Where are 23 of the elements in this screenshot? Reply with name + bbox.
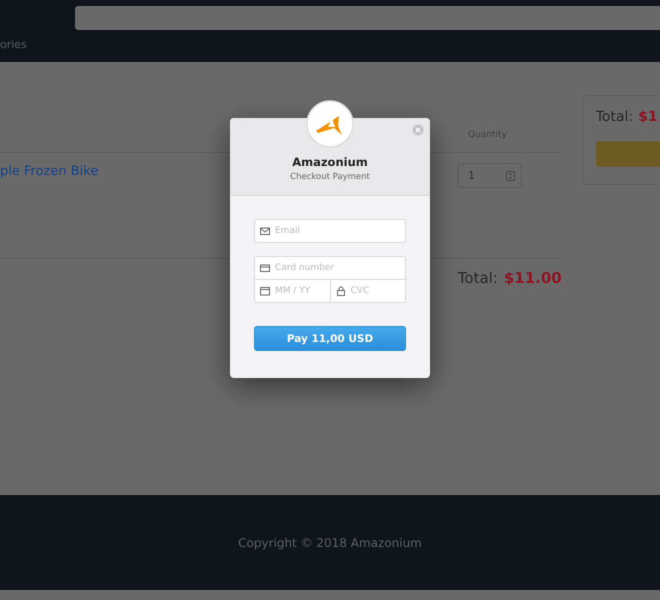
envelope-icon: [260, 226, 270, 236]
total-value: $11.00: [504, 269, 562, 287]
copyright-text: Copyright © 2018 Amazonium: [238, 536, 422, 550]
email-field[interactable]: Email: [254, 219, 406, 243]
total-label: Total:: [596, 109, 634, 125]
spinner-icon[interactable]: [506, 170, 515, 180]
cvc-field[interactable]: CVC: [330, 279, 406, 303]
quantity-field[interactable]: 1: [458, 163, 522, 188]
checkout-button[interactable]: [596, 141, 660, 167]
total-label: Total:: [458, 269, 498, 287]
lock-icon: [336, 286, 346, 296]
total-value: $1: [638, 109, 658, 125]
expiry-field[interactable]: MM / YY: [254, 279, 330, 303]
calendar-icon: [260, 286, 270, 296]
product-link[interactable]: ple Frozen Bike: [0, 164, 98, 179]
card-icon: [260, 263, 270, 273]
close-icon[interactable]: [412, 124, 424, 136]
dialog-subtitle: Checkout Payment: [290, 172, 370, 182]
search-field[interactable]: [75, 6, 660, 30]
nav-link[interactable]: ories: [0, 38, 27, 51]
pay-button[interactable]: Pay 11,00 USD: [254, 326, 406, 351]
dialog-title: Amazonium: [292, 155, 368, 169]
card-number-field[interactable]: Card number: [254, 256, 406, 280]
